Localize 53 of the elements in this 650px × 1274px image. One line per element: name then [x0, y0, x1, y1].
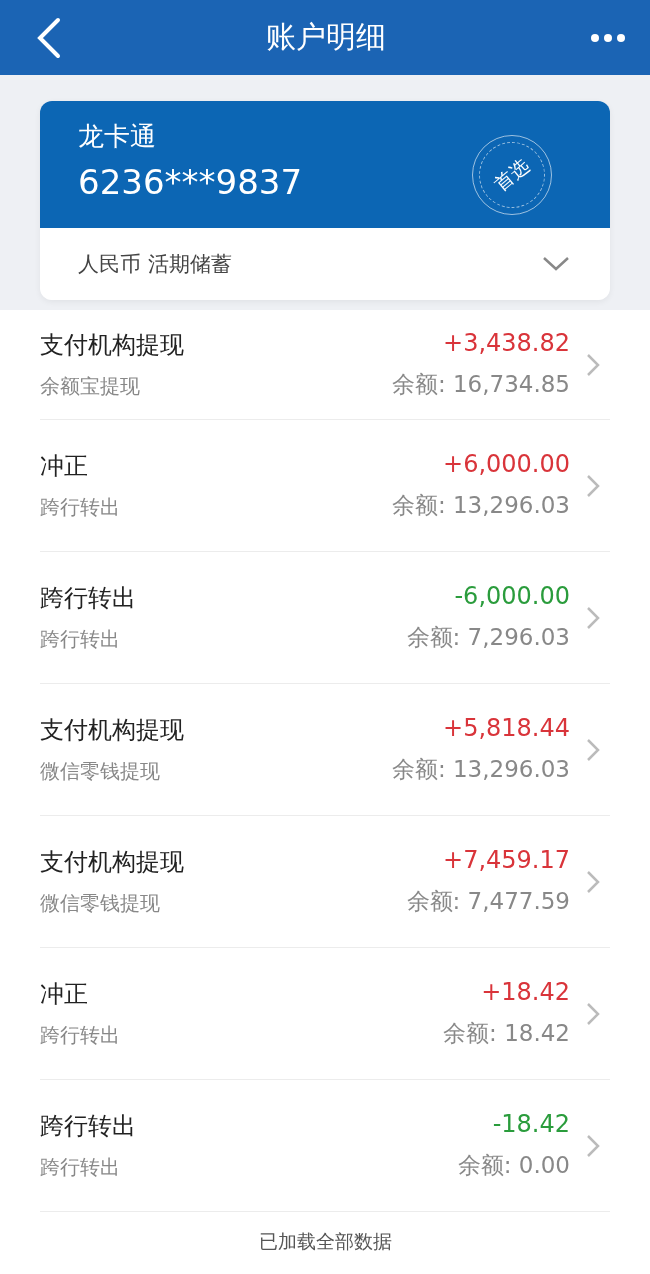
- transaction-amount: +6,000.00: [443, 450, 570, 478]
- chevron-right-icon: [586, 1133, 600, 1158]
- balance-text: 余额: 16,734.85: [391, 370, 570, 399]
- chevron-right-icon: [586, 605, 600, 630]
- transaction-amount: +18.42: [481, 978, 570, 1006]
- balance-text: 余额: 0.00: [457, 1151, 570, 1180]
- chevron-down-icon: [542, 256, 570, 272]
- stamp-label: 首选: [489, 152, 534, 197]
- transaction-row[interactable]: 支付机构提现 微信零钱提现 +5,818.44 余额: 13,296.03: [40, 684, 610, 816]
- transaction-type: 跨行转出: [40, 1022, 121, 1049]
- transaction-amount: -18.42: [492, 1110, 570, 1138]
- page-title: 账户明细: [266, 18, 386, 56]
- transaction-amount: -6,000.00: [454, 582, 570, 610]
- transaction-title: 冲正: [40, 451, 89, 482]
- back-icon: [36, 16, 62, 59]
- card-name: 龙卡通: [78, 120, 156, 153]
- transaction-type: 跨行转出: [40, 1154, 121, 1181]
- transaction-title: 支付机构提现: [40, 715, 185, 746]
- transaction-type: 跨行转出: [40, 494, 121, 521]
- chevron-right-icon: [586, 473, 600, 498]
- transaction-amount: +5,818.44: [443, 714, 570, 742]
- back-button[interactable]: [36, 16, 62, 59]
- balance-text: 余额: 7,296.03: [406, 623, 570, 652]
- chevron-right-icon: [586, 352, 600, 377]
- transaction-amount: +7,459.17: [443, 846, 570, 874]
- more-button[interactable]: [590, 32, 626, 43]
- chevron-right-icon: [586, 737, 600, 762]
- transaction-row[interactable]: 冲正 跨行转出 +6,000.00 余额: 13,296.03: [40, 420, 610, 552]
- transaction-row[interactable]: 支付机构提现 微信零钱提现 +7,459.17 余额: 7,477.59: [40, 816, 610, 948]
- more-icon: [590, 32, 626, 43]
- transaction-type: 微信零钱提现: [40, 890, 161, 917]
- transaction-type: 余额宝提现: [40, 373, 141, 400]
- account-selector[interactable]: 人民币 活期储蓄: [40, 228, 610, 300]
- end-of-list-text: 已加载全部数据: [258, 1228, 392, 1254]
- transaction-title: 支付机构提现: [40, 847, 185, 878]
- chevron-right-icon: [586, 1001, 600, 1026]
- transaction-title: 跨行转出: [40, 583, 137, 614]
- transaction-type: 跨行转出: [40, 626, 121, 653]
- transaction-row[interactable]: 跨行转出 跨行转出 -18.42 余额: 0.00: [40, 1080, 610, 1212]
- transaction-row[interactable]: 跨行转出 跨行转出 -6,000.00 余额: 7,296.03: [40, 552, 610, 684]
- transaction-title: 支付机构提现: [40, 330, 185, 361]
- transaction-row[interactable]: 支付机构提现 余额宝提现 +3,438.82 余额: 16,734.85: [40, 310, 610, 420]
- chevron-right-icon: [586, 869, 600, 894]
- balance-text: 余额: 13,296.03: [391, 755, 570, 784]
- transaction-title: 冲正: [40, 979, 89, 1010]
- balance-text: 余额: 7,477.59: [406, 887, 570, 916]
- transaction-amount: +3,438.82: [443, 329, 570, 357]
- transaction-row[interactable]: 冲正 跨行转出 +18.42 余额: 18.42: [40, 948, 610, 1080]
- transaction-type: 微信零钱提现: [40, 758, 161, 785]
- balance-text: 余额: 13,296.03: [391, 491, 570, 520]
- transaction-title: 跨行转出: [40, 1111, 137, 1142]
- card-number: 6236***9837: [78, 162, 303, 202]
- balance-text: 余额: 18.42: [443, 1019, 570, 1048]
